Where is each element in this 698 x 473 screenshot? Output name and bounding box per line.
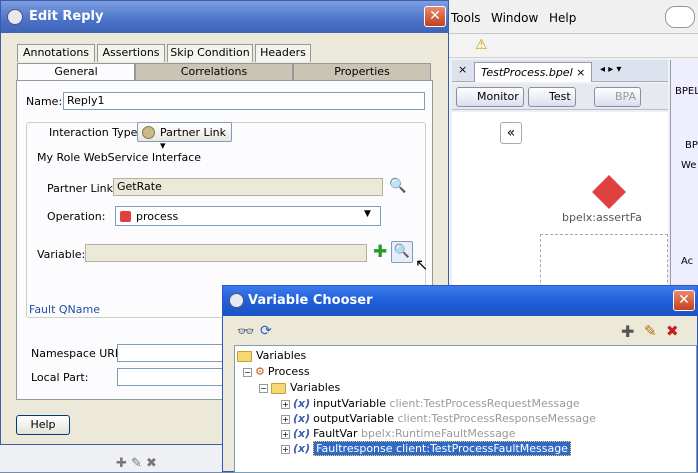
expand-icon[interactable]: +	[281, 444, 290, 454]
right-panel-item[interactable]: Ac	[681, 256, 693, 267]
variables-tree[interactable]: Variables − ⚙ Process − Variables + (x) input…	[234, 345, 697, 473]
refresh-icon[interactable]: ⟳	[260, 323, 272, 339]
find-icon[interactable]: 👓	[237, 324, 254, 340]
collapse-icon[interactable]: −	[259, 383, 268, 393]
bottom-toolbar-icons[interactable]: ✚ ✎ ✖	[116, 456, 157, 471]
app-icon	[7, 9, 23, 25]
tree-variable-item[interactable]: + (x) outputVariable client:TestProcessRes…	[281, 412, 596, 426]
assert-label: bpelx:assertFa	[562, 211, 642, 224]
menu-tools[interactable]: Tools	[451, 11, 481, 25]
role-section-label: My Role WebService Interface	[37, 151, 202, 164]
app-icon	[229, 293, 244, 308]
edit-reply-titlebar[interactable]: Edit Reply ✕	[1, 1, 448, 33]
operation-icon	[120, 211, 131, 222]
fault-qname-label: Fault QName	[29, 303, 101, 316]
tree-variable-item-selected[interactable]: + (x) Faultresponse client:TestProcessFaul…	[281, 441, 571, 456]
menu-window[interactable]: Window	[491, 11, 538, 25]
search-box[interactable]	[665, 6, 695, 28]
expand-icon[interactable]: +	[281, 429, 290, 439]
collapse-icon[interactable]: «	[500, 122, 522, 144]
edit-icon[interactable]: ✎	[644, 322, 657, 340]
tab-skip-condition[interactable]: Skip Condition	[167, 44, 253, 62]
close-button[interactable]: ✕	[424, 6, 446, 27]
menu-help[interactable]: Help	[549, 11, 576, 25]
monitor-button[interactable]: Monitor	[456, 87, 524, 107]
tab-general[interactable]: General	[17, 63, 135, 81]
tab-annotations[interactable]: Annotations	[17, 44, 95, 62]
tree-process[interactable]: − ⚙ Process	[243, 365, 310, 379]
tree-variable-item[interactable]: + (x) FaultVar bpelx:RuntimeFaultMessage	[281, 427, 516, 441]
warning-icon[interactable]: ⚠	[475, 37, 488, 53]
search-icon[interactable]: 🔍	[389, 178, 406, 194]
tab-correlations[interactable]: Correlations	[135, 63, 293, 81]
dialog-title: Edit Reply	[29, 9, 104, 24]
variable-icon: (x)	[293, 442, 311, 455]
close-button[interactable]: ✕	[673, 290, 695, 311]
right-panel-item[interactable]: We	[681, 160, 696, 171]
operation-dropdown[interactable]: process ▼	[115, 206, 381, 226]
variable-chooser-titlebar[interactable]: Variable Chooser ✕	[223, 286, 697, 316]
ide-menubar: Tools Window Help	[445, 0, 698, 34]
test-button[interactable]: Test	[528, 87, 576, 107]
name-label: Name:	[26, 95, 63, 108]
delete-icon[interactable]: ✖	[666, 322, 679, 340]
tree-process-variables[interactable]: − Variables	[259, 381, 340, 395]
assert-icon[interactable]	[592, 175, 626, 209]
process-icon: ⚙	[255, 365, 265, 378]
namespace-field[interactable]	[117, 344, 232, 362]
variable-icon: (x)	[293, 397, 311, 410]
variable-icon: (x)	[293, 427, 311, 440]
dialog-title: Variable Chooser	[248, 293, 373, 308]
tab-nav-icon[interactable]: ◂ ▸ ▾	[600, 64, 621, 75]
partner-link-field[interactable]: GetRate	[113, 178, 383, 196]
ide-toolbar: ⚠	[445, 34, 698, 58]
variable-icon: (x)	[293, 412, 311, 425]
operation-label: Operation:	[47, 210, 106, 223]
bpa-button[interactable]: BPA	[594, 87, 642, 107]
add-icon[interactable]: ✚	[373, 242, 387, 262]
tree-variable-item[interactable]: + (x) inputVariable client:TestProcessRequ…	[281, 397, 580, 411]
interaction-type-label: Interaction Type:	[47, 126, 144, 139]
mouse-cursor: ↖	[415, 255, 429, 274]
tab-testprocess[interactable]: TestProcess.bpel ×	[474, 62, 593, 82]
chevron-down-icon: ▼	[364, 209, 371, 219]
expand-icon[interactable]: +	[281, 399, 290, 409]
interaction-type-dropdown[interactable]: Partner Link ▾	[137, 122, 232, 152]
tab-properties[interactable]: Properties	[293, 63, 431, 81]
add-icon[interactable]: ✚	[621, 322, 634, 341]
variable-label: Variable:	[37, 248, 86, 261]
right-panel-item[interactable]: BP	[685, 140, 698, 151]
editor-tabstrip: × TestProcess.bpel × ◂ ▸ ▾	[452, 60, 668, 82]
partner-link-icon	[142, 126, 155, 139]
variable-chooser-dialog: Variable Chooser ✕ 👓 ⟳ ✚ ✎ ✖ Variables −…	[222, 285, 698, 473]
folder-icon	[271, 382, 286, 394]
collapse-icon[interactable]: −	[243, 367, 252, 377]
namespace-label: Namespace URI:	[31, 347, 122, 360]
localpart-field[interactable]	[117, 368, 232, 386]
close-tab-icon[interactable]: ×	[458, 63, 467, 76]
tab-assertions[interactable]: Assertions	[97, 44, 165, 62]
help-button[interactable]: Help	[16, 415, 70, 435]
localpart-label: Local Part:	[31, 371, 89, 384]
variable-field[interactable]	[85, 244, 367, 262]
folder-icon	[237, 350, 252, 362]
tree-root[interactable]: Variables	[237, 349, 306, 363]
name-field[interactable]: Reply1	[63, 92, 425, 110]
tab-headers[interactable]: Headers	[255, 44, 311, 62]
canvas-toolbar: Monitor Test BPA	[452, 84, 668, 110]
browse-variable-button[interactable]: 🔍	[391, 241, 413, 263]
partner-link-label: Partner Link:	[47, 182, 117, 195]
expand-icon[interactable]: +	[281, 414, 290, 424]
right-panel-item[interactable]: BPEL	[675, 86, 698, 97]
